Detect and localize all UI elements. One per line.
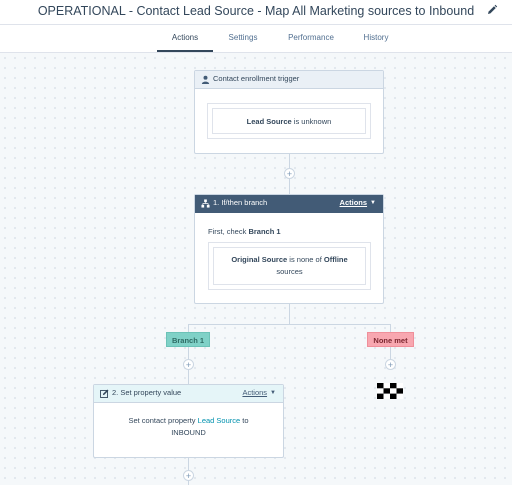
branch-check-text: First, check Branch 1	[208, 227, 281, 236]
card-header: 1. If/then branch Actions ▼	[195, 195, 383, 213]
set-property-card[interactable]: 2. Set property value Actions ▼ Set conta…	[93, 384, 284, 458]
action-description: Set contact property Lead Source to INBO…	[94, 415, 283, 439]
top-bar: OPERATIONAL - Contact Lead Source - Map …	[0, 0, 512, 25]
filter-value: Offline	[323, 255, 348, 264]
tab-performance[interactable]: Performance	[278, 25, 344, 52]
add-action-button[interactable]: +	[385, 359, 396, 370]
filter-value-rest: sources	[276, 267, 303, 276]
card-header: Contact enrollment trigger	[195, 71, 383, 89]
tab-settings[interactable]: Settings	[220, 25, 266, 52]
tab-actions[interactable]: Actions	[157, 25, 213, 52]
trigger-filter[interactable]: Lead Source is unknown	[212, 108, 366, 134]
enrollment-trigger-card[interactable]: Contact enrollment trigger Lead Source i…	[194, 70, 384, 154]
actions-dropdown[interactable]: Actions ▼	[242, 385, 276, 401]
actions-label: Actions	[242, 388, 268, 397]
none-met-badge[interactable]: None met	[367, 332, 414, 347]
checkered-flag-icon	[377, 383, 403, 399]
workflow-title[interactable]: OPERATIONAL - Contact Lead Source - Map …	[0, 0, 512, 24]
actions-label: Actions	[339, 198, 368, 207]
connector-line	[289, 304, 290, 324]
filter-condition: is unknown	[293, 117, 332, 126]
action-prefix: Set contact property	[128, 416, 196, 425]
card-title: 1. If/then branch	[213, 198, 268, 207]
branch-filter-outer: Original Source is none of Offline sourc…	[208, 242, 371, 290]
branch-1-badge[interactable]: Branch 1	[166, 332, 210, 347]
card-title: Contact enrollment trigger	[213, 74, 300, 83]
add-action-button[interactable]: +	[183, 470, 194, 481]
caret-down-icon: ▼	[270, 390, 276, 396]
filter-property: Lead Source	[246, 117, 292, 126]
check-prefix: First, check	[208, 227, 247, 236]
branch-connector	[188, 324, 391, 325]
branch-filter[interactable]: Original Source is none of Offline sourc…	[213, 247, 366, 285]
action-suffix: to	[242, 416, 249, 425]
branch-icon	[201, 199, 210, 208]
check-branch: Branch 1	[248, 227, 281, 236]
if-then-branch-card[interactable]: 1. If/then branch Actions ▼ First, check …	[194, 194, 384, 304]
person-icon	[201, 75, 210, 84]
add-action-button[interactable]: +	[284, 168, 295, 179]
filter-property: Original Source	[231, 255, 288, 264]
tab-bar: Actions Settings Performance History	[0, 25, 512, 53]
pencil-icon[interactable]	[486, 4, 498, 16]
tab-history[interactable]: History	[355, 25, 397, 52]
caret-down-icon: ▼	[370, 200, 376, 206]
card-title: 2. Set property value	[112, 388, 182, 397]
filter-operator: is none of	[289, 255, 322, 264]
add-action-button[interactable]: +	[183, 359, 194, 370]
trigger-filter-outer: Lead Source is unknown	[207, 103, 371, 139]
action-property-link[interactable]: Lead Source	[198, 416, 241, 425]
card-header: 2. Set property value Actions ▼	[94, 385, 283, 403]
actions-dropdown[interactable]: Actions ▼	[340, 195, 376, 211]
action-value: INBOUND	[171, 428, 206, 437]
edit-property-icon	[100, 389, 109, 398]
